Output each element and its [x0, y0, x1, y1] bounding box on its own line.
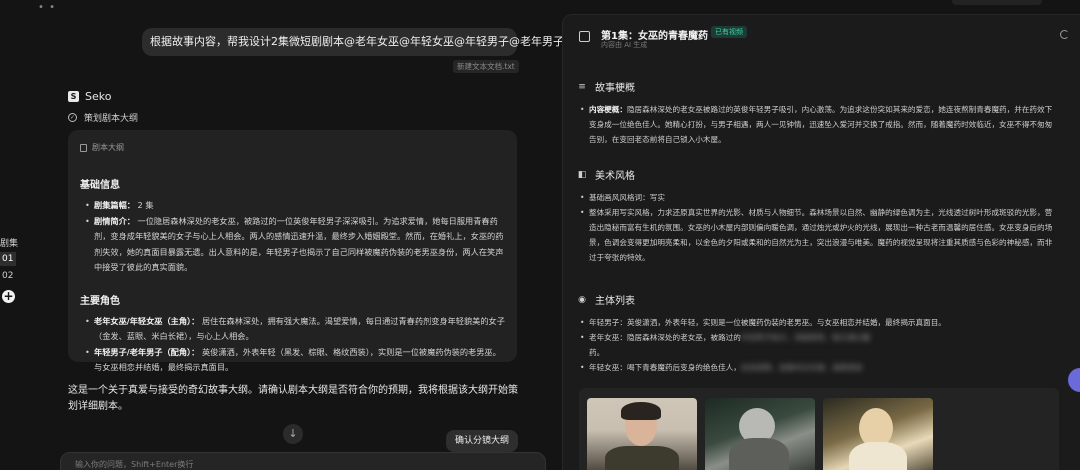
list-item: 剧集篇幅： 2 集 [85, 198, 505, 214]
list-item: 内容梗概：隐居森林深处的老女巫被路过的英俊年轻男子吸引，内心激荡。为追求这份突如… [580, 102, 1059, 147]
episode-tab-02[interactable]: 02 [0, 269, 16, 283]
summary-list: 内容梗概：隐居森林深处的老女巫被路过的英俊年轻男子吸引，内心激荡。为追求这份突如… [577, 102, 1059, 147]
card-header-label: 剧本大纲 [92, 143, 124, 152]
cast-section: ◉ 主体列表 年轻男子：英俊潇洒，外表年轻，实则是一位被魔药伪装的老男巫。与女巫… [577, 292, 1059, 376]
list-item: 老年女巫/年轻女巫（主角）： 居住在森林深处，拥有强大魔法。渴望爱情，每日通过青… [85, 314, 505, 345]
episode-panel: 第1集：女巫的青春魔药 已有视频 内容由 AI 生成 ≡ 故事梗概 内容梗概：隐… [562, 14, 1080, 470]
list-item: 年轻男子/老年男子（配角）： 英俊潇洒，外表年轻（黑发、棕眼、格纹西装），实则是… [85, 345, 505, 376]
step-status: ✓ 策划剧本大纲 [68, 111, 138, 124]
card-header: 剧本大纲 [80, 142, 505, 153]
top-dots: • • [38, 2, 56, 13]
roles-title: 主要角色 [80, 295, 120, 307]
character-thumb-old-witch[interactable] [705, 398, 815, 470]
refresh-icon[interactable] [1060, 30, 1069, 39]
list-item: 年轻男子：英俊潇洒，外表年轻，实则是一位被魔药伪装的老男巫。与女巫相恋并结婚，最… [580, 315, 1059, 330]
panel-subtitle: 内容由 AI 生成 [601, 41, 648, 49]
document-icon [80, 143, 87, 152]
cast-title: 主体列表 [595, 296, 635, 307]
list-item: 基础画风风格词：写实 [580, 190, 1059, 205]
basic-info-list: 剧集篇幅： 2 集 剧情简介： 一位隐居森林深处的老女巫，被路过的一位英俊年轻男… [80, 198, 505, 276]
panel-topbar [952, 0, 1042, 5]
list-item: 整体采用写实风格，力求还原真实世界的光影、材质与人物细节。森林场景以自然、幽静的… [580, 205, 1059, 265]
confirm-outline-button[interactable]: 确认分镜大纲 [446, 430, 518, 452]
agent-header: S Seko [68, 90, 111, 103]
character-thumb-young-witch[interactable] [823, 398, 933, 470]
basic-info-title: 基础信息 [80, 180, 120, 191]
summary-title: 故事梗概 [595, 83, 635, 94]
character-gallery [579, 388, 1059, 470]
script-icon [579, 31, 590, 42]
video-status-badge[interactable]: 已有视频 [711, 26, 747, 38]
cast-heading: ◉ 主体列表 [577, 292, 1059, 308]
summary-section: ≡ 故事梗概 内容梗概：隐居森林深处的老女巫被路过的英俊年轻男子吸引，内心激荡。… [577, 79, 1059, 147]
list-item: 剧情简介： 一位隐居森林深处的老女巫，被路过的一位英俊年轻男子深深吸引。为追求爱… [85, 214, 505, 276]
episode-label: 剧集 [0, 239, 19, 249]
art-list: 基础画风风格词：写实 整体采用写实风格，力求还原真实世界的光影、材质与人物细节。… [577, 190, 1059, 265]
step-label: 策划剧本大纲 [84, 114, 139, 124]
chat-input-box [60, 452, 546, 470]
chat-panel: • • 根据故事内容，帮我设计2集微短剧剧本@老年女巫@年轻女巫@年轻男子@老年… [20, 0, 564, 470]
seko-logo-icon: S [68, 91, 79, 102]
scroll-down-button[interactable]: ↓ [283, 424, 303, 444]
character-thumb-young-man[interactable] [587, 398, 697, 470]
agent-closing-text: 这是一个关于真爱与接受的奇幻故事大纲。请确认剧本大纲是否符合你的预期，我将根据该… [68, 385, 518, 412]
chat-input[interactable] [75, 460, 515, 469]
summary-heading: ≡ 故事梗概 [577, 79, 1059, 95]
roles-list: 老年女巫/年轻女巫（主角）： 居住在森林深处，拥有强大魔法。渴望爱情，每日通过青… [80, 314, 505, 376]
user-icon: ◉ [578, 294, 586, 305]
art-section: ◧ 美术风格 基础画风风格词：写实 整体采用写实风格，力求还原真实世界的光影、材… [577, 167, 1059, 265]
art-title: 美术风格 [595, 171, 635, 182]
art-heading: ◧ 美术风格 [577, 167, 1059, 183]
check-icon: ✓ [68, 113, 77, 122]
list-item: 年轻女巫：喝下青春魔药后变身的绝色佳人，金发蓝眼，身着米白长裙，温柔美丽 [580, 360, 1059, 375]
attachment-chip[interactable]: 新建文本文档.txt [453, 60, 519, 73]
episode-tab-01[interactable]: 01 [0, 252, 16, 266]
cast-list: 年轻男子：英俊潇洒，外表年轻，实则是一位被魔药伪装的老男巫。与女巫相恋并结婚，最… [577, 315, 1059, 375]
add-episode-button[interactable]: + [2, 290, 15, 303]
episode-strip: 剧集 01 02 + [0, 0, 20, 470]
list-icon: ≡ [578, 81, 586, 92]
user-message: 根据故事内容，帮我设计2集微短剧剧本@老年女巫@年轻女巫@年轻男子@老年男子 [142, 28, 564, 56]
palette-icon: ◧ [577, 169, 587, 180]
outline-card: 剧本大纲 基础信息 剧集篇幅： 2 集 剧情简介： 一位隐居森林深处的老女巫，被… [68, 130, 517, 372]
agent-name: Seko [85, 90, 112, 103]
list-item: 老年女巫：隐居森林深处的老女巫，被路过的年轻男子吸引，渴望爱情，每日通过魔药。 [580, 330, 1059, 360]
